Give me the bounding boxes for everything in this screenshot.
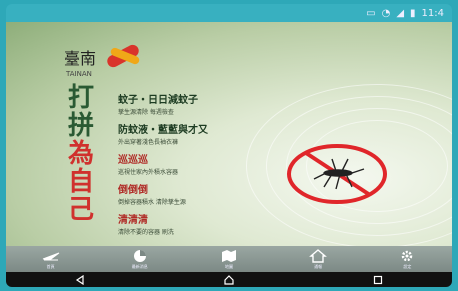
status-bar: ▭ ◔ ◢ ▮ 11:4: [6, 4, 452, 22]
recents-button[interactable]: [368, 273, 388, 287]
title-char: 自: [68, 167, 95, 197]
home-icon: [224, 274, 234, 285]
signal-icon: ◢: [396, 7, 405, 19]
home-button[interactable]: [219, 273, 239, 287]
title-char: 打: [68, 83, 95, 113]
house-icon: [309, 248, 328, 263]
tab-home[interactable]: 首頁: [29, 247, 73, 271]
logo-mark-icon: [100, 40, 144, 74]
map-icon: [221, 249, 236, 262]
vertical-title: 打 拼 為 自 己: [68, 84, 94, 224]
logo-subtitle: TAINAN: [66, 70, 92, 78]
wifi-icon: ◔: [381, 7, 391, 19]
logo-text: 臺南: [64, 49, 97, 68]
poster-image[interactable]: 臺南 TAINAN 打 拼 為 自 己 蚊子・日日減蚊子 孳生源清除 每週檢查 …: [6, 22, 452, 246]
tab-map[interactable]: 地圖: [207, 247, 251, 271]
battery-icon: ▮: [410, 7, 416, 19]
plane-icon: [42, 252, 59, 260]
tab-settings[interactable]: 設定: [385, 247, 429, 271]
tab-label: 地圖: [224, 263, 233, 269]
tab-report[interactable]: 通報: [296, 247, 340, 271]
city-logo: 臺南: [64, 40, 144, 74]
cast-icon: ▭: [366, 7, 376, 19]
chart-icon: [133, 249, 146, 262]
tab-label: 設定: [403, 263, 412, 269]
gear-icon: [402, 250, 413, 261]
title-char: 己: [68, 195, 95, 225]
tab-news[interactable]: 最新消息: [118, 247, 162, 271]
tab-label: 最新消息: [131, 263, 148, 269]
android-nav-bar: [6, 272, 452, 287]
phone-frame: ▭ ◔ ◢ ▮ 11:4 臺南 TAINAN 打 拼 為 自 己 蚊子・日日減蚊…: [6, 4, 452, 287]
bottom-tab-bar: 首頁 最新消息 地圖 通報 設定: [6, 246, 452, 272]
title-char: 為: [68, 139, 95, 169]
status-time: 11:4: [421, 7, 444, 19]
recents-icon: [373, 275, 382, 284]
title-char: 拼: [68, 111, 95, 141]
no-mosquito-icon: [287, 144, 387, 204]
back-button[interactable]: [70, 273, 90, 287]
tab-label: 通報: [314, 263, 323, 269]
tab-label: 首頁: [46, 263, 55, 269]
back-icon: [76, 274, 84, 285]
